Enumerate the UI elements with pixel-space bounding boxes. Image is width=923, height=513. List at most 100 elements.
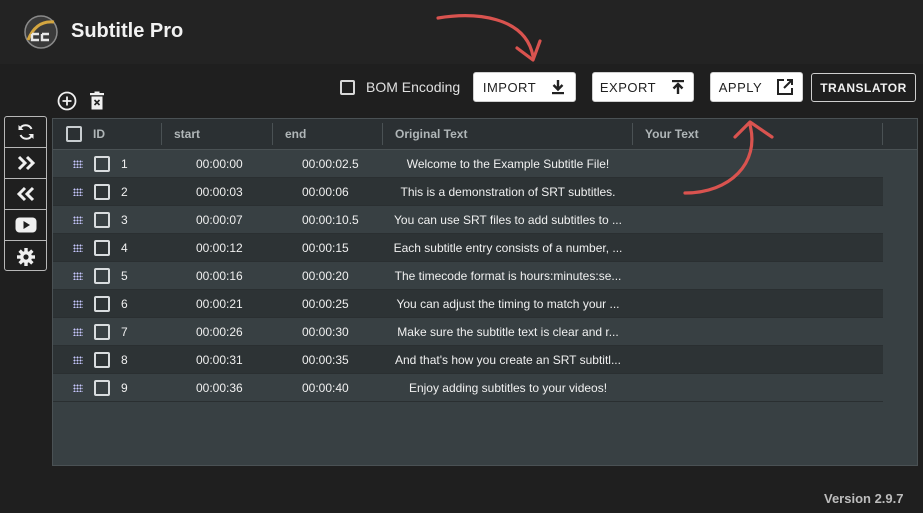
row-original-text[interactable]: The timecode format is hours:minutes:se.… <box>383 262 633 290</box>
drag-handle-icon[interactable] <box>73 244 83 252</box>
column-header-id[interactable]: ID <box>93 119 105 149</box>
app-title: Subtitle Pro <box>71 20 184 42</box>
download-icon <box>552 80 565 95</box>
backward-button[interactable] <box>5 179 46 210</box>
row-checkbox[interactable] <box>94 296 110 312</box>
bom-encoding-label: BOM Encoding <box>366 79 461 95</box>
row-id: 2 <box>121 185 128 199</box>
upload-icon <box>672 80 685 94</box>
row-checkbox[interactable] <box>94 156 110 172</box>
row-end-time[interactable]: 00:00:25 <box>302 290 349 318</box>
drag-handle-icon[interactable] <box>73 216 83 224</box>
row-start-time[interactable]: 00:00:16 <box>196 262 243 290</box>
select-all-checkbox[interactable] <box>66 126 82 142</box>
row-end-time[interactable]: 00:00:30 <box>302 318 349 346</box>
table-row[interactable]: 9 00:00:36 00:00:40 Enjoy adding subtitl… <box>53 374 883 402</box>
gear-icon <box>16 247 35 266</box>
row-id: 9 <box>121 381 128 395</box>
add-circle-icon[interactable] <box>57 91 77 111</box>
row-start-time[interactable]: 00:00:26 <box>196 318 243 346</box>
row-original-text[interactable]: Make sure the subtitle text is clear and… <box>383 318 633 346</box>
double-chevron-right-icon <box>17 155 35 171</box>
youtube-button[interactable] <box>5 210 46 241</box>
bom-encoding-checkbox[interactable] <box>340 79 355 95</box>
row-id: 8 <box>121 353 128 367</box>
row-id: 1 <box>121 157 128 171</box>
row-original-text[interactable]: Welcome to the Example Subtitle File! <box>383 150 633 178</box>
export-button[interactable]: EXPORT <box>592 72 694 102</box>
row-checkbox[interactable] <box>94 240 110 256</box>
row-id: 7 <box>121 325 128 339</box>
forward-button[interactable] <box>5 148 46 179</box>
row-original-text[interactable]: This is a demonstration of SRT subtitles… <box>383 178 633 206</box>
youtube-icon <box>15 217 36 233</box>
drag-handle-icon[interactable] <box>73 188 83 196</box>
bom-encoding-option[interactable]: BOM Encoding <box>340 79 460 95</box>
side-toolbar <box>4 116 47 271</box>
drag-handle-icon[interactable] <box>73 356 83 364</box>
row-original-text[interactable]: Each subtitle entry consists of a number… <box>383 234 633 262</box>
row-original-text[interactable]: And that's how you create an SRT subtitl… <box>383 346 633 374</box>
table-row[interactable]: 6 00:00:21 00:00:25 You can adjust the t… <box>53 290 883 318</box>
row-checkbox[interactable] <box>94 380 110 396</box>
import-button[interactable]: IMPORT <box>473 72 576 102</box>
table-row[interactable]: 2 00:00:03 00:00:06 This is a demonstrat… <box>53 178 883 206</box>
apply-button[interactable]: APPLY <box>710 72 803 102</box>
row-original-text[interactable]: You can use SRT files to add subtitles t… <box>383 206 633 234</box>
row-start-time[interactable]: 00:00:12 <box>196 234 243 262</box>
row-start-time[interactable]: 00:00:07 <box>196 206 243 234</box>
row-id: 5 <box>121 269 128 283</box>
table-header: ID start end Original Text Your Text <box>53 119 917 150</box>
sync-button[interactable] <box>5 117 46 148</box>
column-divider <box>161 123 162 145</box>
row-checkbox[interactable] <box>94 268 110 284</box>
sync-icon <box>18 124 33 140</box>
translator-button[interactable]: TRANSLATOR <box>811 73 916 102</box>
open-external-icon <box>777 79 794 95</box>
table-row[interactable]: 5 00:00:16 00:00:20 The timecode format … <box>53 262 883 290</box>
table-row[interactable]: 3 00:00:07 00:00:10.5 You can use SRT fi… <box>53 206 883 234</box>
drag-handle-icon[interactable] <box>73 160 83 168</box>
row-id: 4 <box>121 241 128 255</box>
row-end-time[interactable]: 00:00:02.5 <box>302 150 359 178</box>
row-checkbox[interactable] <box>94 212 110 228</box>
apply-label: APPLY <box>718 79 763 95</box>
drag-handle-icon[interactable] <box>73 300 83 308</box>
column-header-original-text[interactable]: Original Text <box>395 119 467 149</box>
row-checkbox[interactable] <box>94 184 110 200</box>
row-start-time[interactable]: 00:00:03 <box>196 178 243 206</box>
row-checkbox[interactable] <box>94 324 110 340</box>
drag-handle-icon[interactable] <box>73 384 83 392</box>
column-divider <box>882 123 883 145</box>
drag-handle-icon[interactable] <box>73 328 83 336</box>
row-start-time[interactable]: 00:00:21 <box>196 290 243 318</box>
column-header-your-text[interactable]: Your Text <box>645 119 699 149</box>
row-end-time[interactable]: 00:00:15 <box>302 234 349 262</box>
trash-icon[interactable] <box>89 91 105 111</box>
row-end-time[interactable]: 00:00:20 <box>302 262 349 290</box>
column-header-end[interactable]: end <box>285 119 306 149</box>
table-row[interactable]: 1 00:00:00 00:00:02.5 Welcome to the Exa… <box>53 150 883 178</box>
app-header: Subtitle Pro <box>0 0 923 64</box>
row-end-time[interactable]: 00:00:10.5 <box>302 206 359 234</box>
column-divider <box>632 123 633 145</box>
row-original-text[interactable]: You can adjust the timing to match your … <box>383 290 633 318</box>
row-start-time[interactable]: 00:00:31 <box>196 346 243 374</box>
table-row[interactable]: 7 00:00:26 00:00:30 Make sure the subtit… <box>53 318 883 346</box>
column-header-start[interactable]: start <box>174 119 200 149</box>
row-checkbox[interactable] <box>94 352 110 368</box>
settings-button[interactable] <box>5 241 46 272</box>
drag-handle-icon[interactable] <box>73 272 83 280</box>
version-label: Version 2.9.7 <box>824 491 904 506</box>
row-start-time[interactable]: 00:00:36 <box>196 374 243 402</box>
table-row[interactable]: 4 00:00:12 00:00:15 Each subtitle entry … <box>53 234 883 262</box>
table-row[interactable]: 8 00:00:31 00:00:35 And that's how you c… <box>53 346 883 374</box>
row-end-time[interactable]: 00:00:40 <box>302 374 349 402</box>
column-divider <box>272 123 273 145</box>
row-original-text[interactable]: Enjoy adding subtitles to your videos! <box>383 374 633 402</box>
app-logo <box>24 15 58 49</box>
column-divider <box>382 123 383 145</box>
row-end-time[interactable]: 00:00:35 <box>302 346 349 374</box>
row-end-time[interactable]: 00:00:06 <box>302 178 349 206</box>
row-start-time[interactable]: 00:00:00 <box>196 150 243 178</box>
